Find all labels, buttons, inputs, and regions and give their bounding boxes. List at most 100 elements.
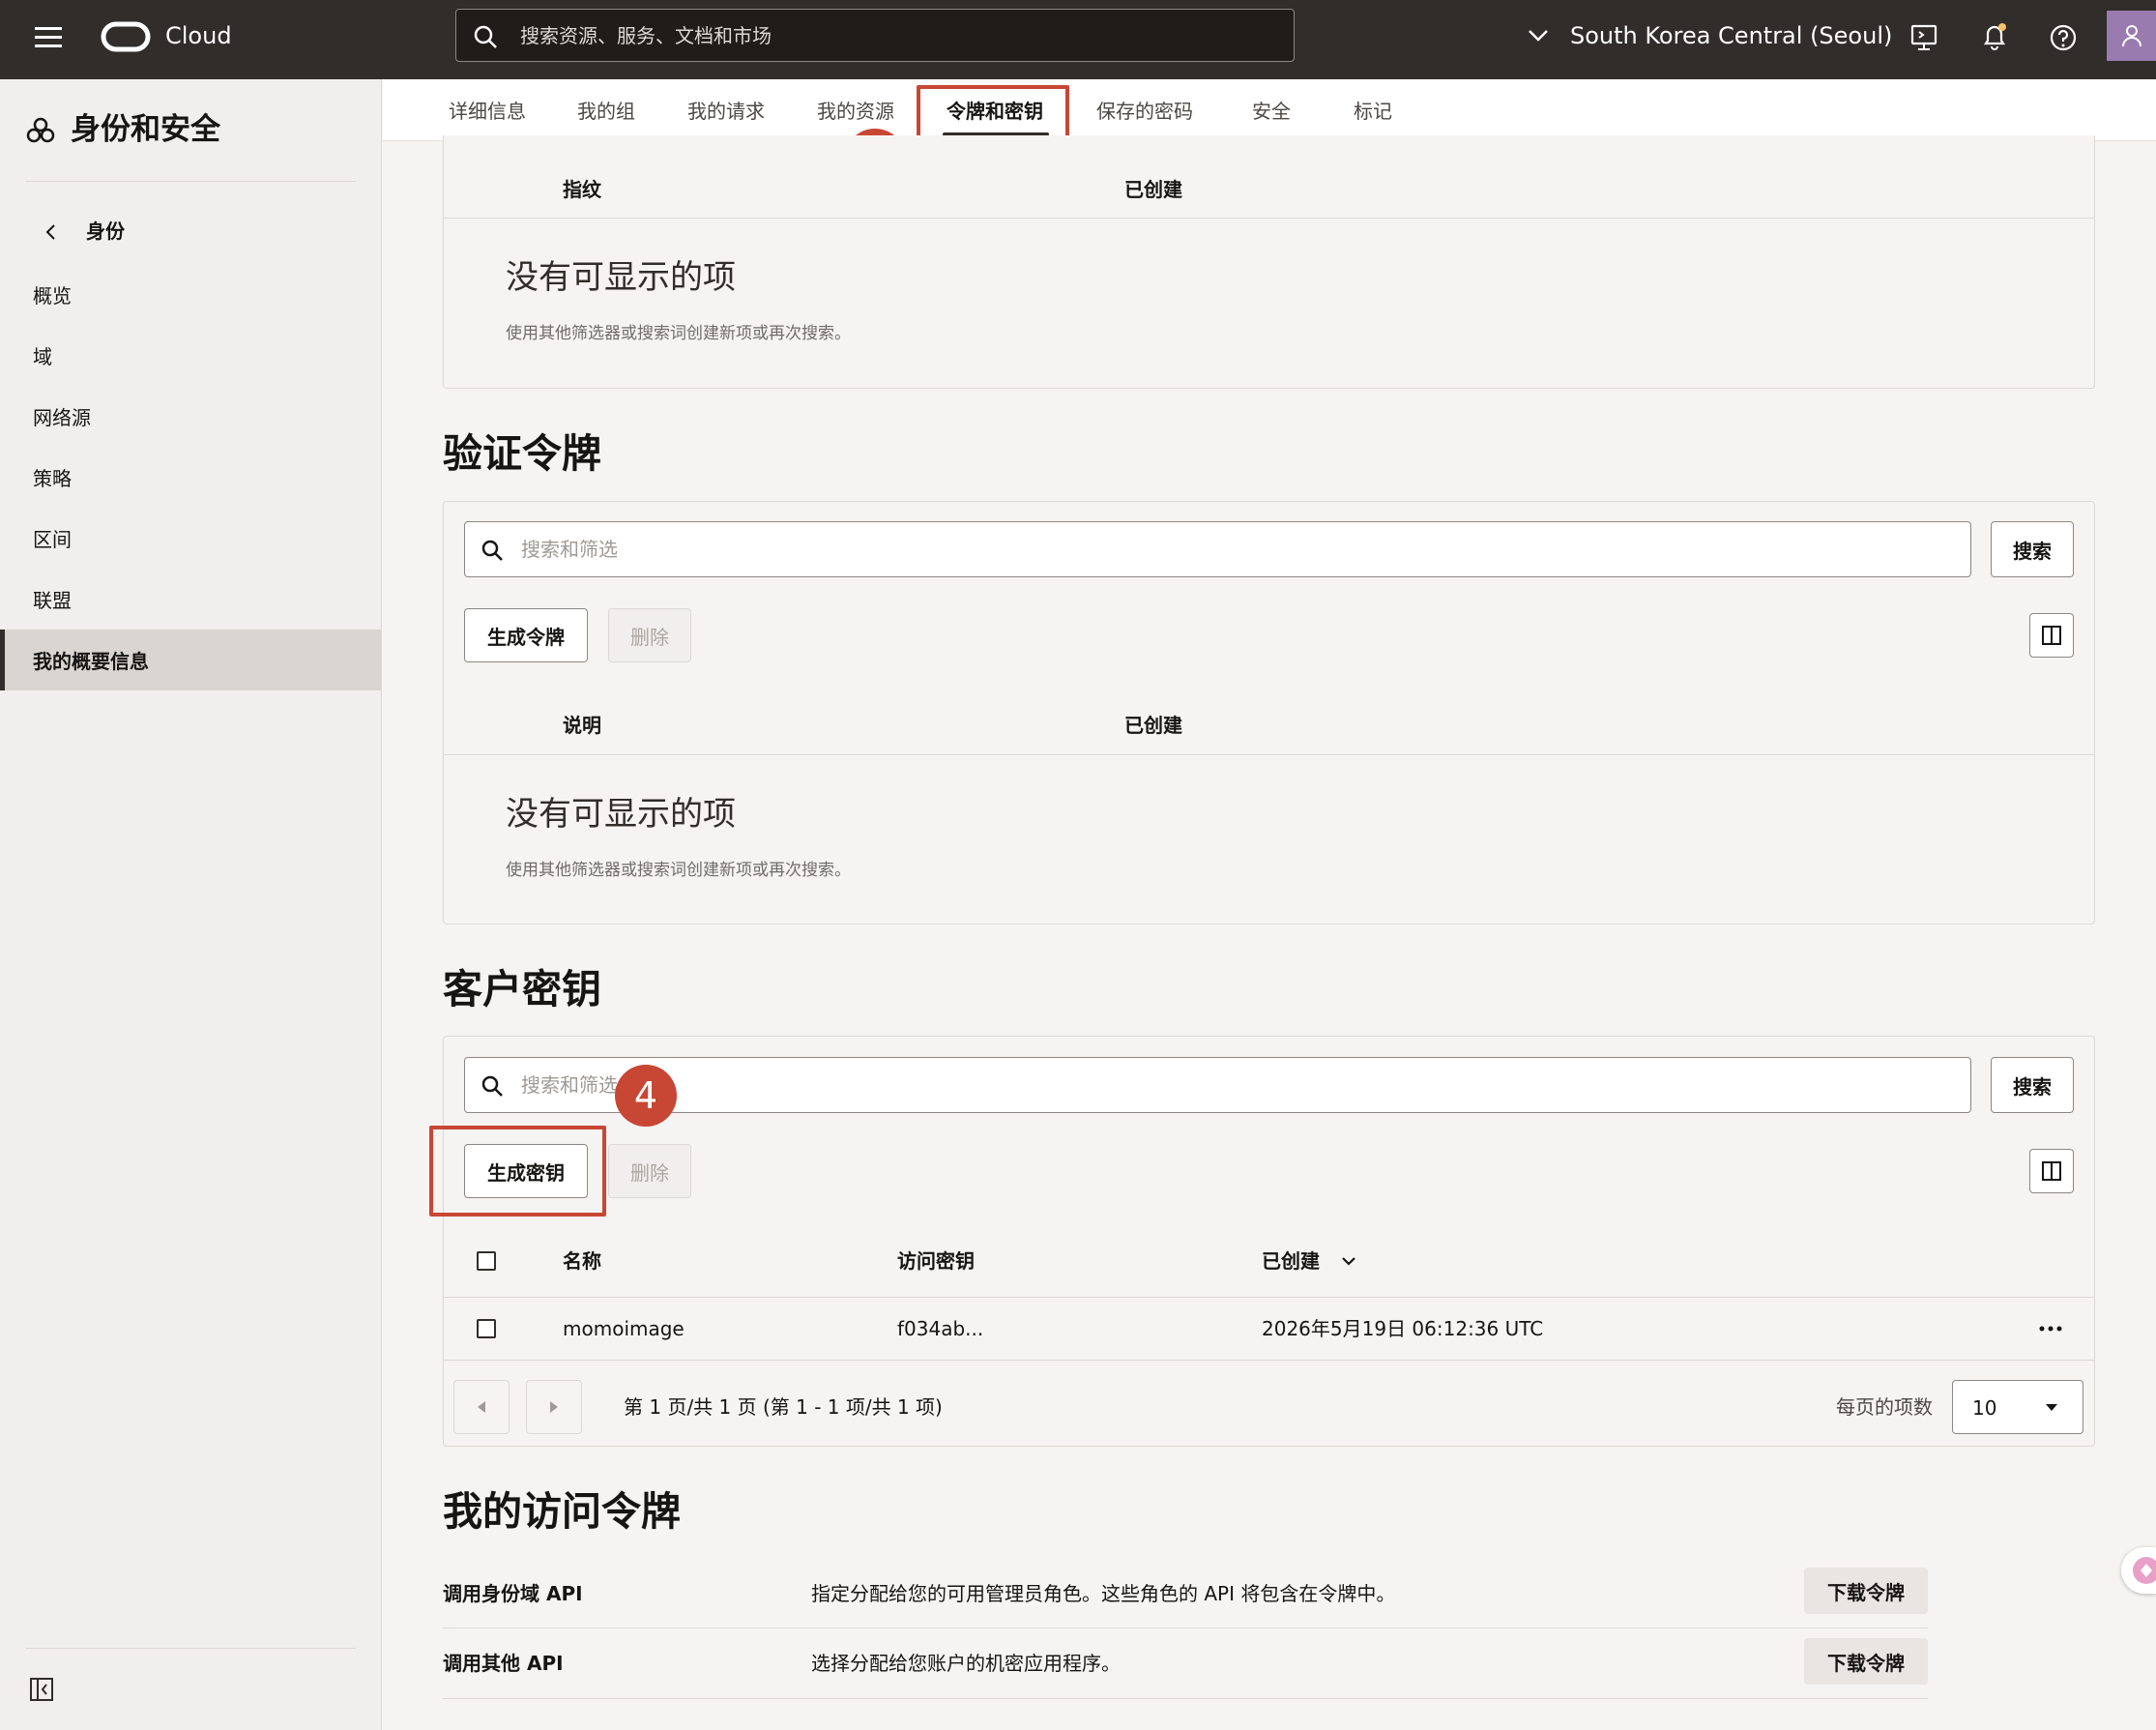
identity-security-icon bbox=[26, 116, 55, 145]
column-header-fingerprint: 指纹 bbox=[563, 178, 601, 201]
column-header-created: 已创建 bbox=[1262, 1249, 1320, 1273]
auth-tokens-title: 验证令牌 bbox=[443, 430, 601, 477]
columns-icon bbox=[2041, 1160, 2062, 1182]
access-token-row-divider bbox=[443, 1627, 1928, 1628]
tab-saved-passwords[interactable]: 保存的密码 bbox=[1096, 99, 1193, 124]
customer-keys-panel: 搜索和筛选 搜索 生成密钥 删除 名称 访问密钥 已创建 momoimage f… bbox=[443, 1036, 2095, 1447]
previous-page-button[interactable] bbox=[453, 1380, 510, 1434]
row-actions-more-icon[interactable] bbox=[2037, 1319, 2064, 1338]
global-search-placeholder: 搜索资源、服务、文档和市场 bbox=[520, 24, 772, 47]
access-token-row-description: 选择分配给您账户的机密应用程序。 bbox=[811, 1652, 1121, 1675]
empty-state-title: 没有可显示的项 bbox=[506, 795, 736, 834]
fingerprint-panel: 指纹 已创建 没有可显示的项 使用其他筛选器或搜索词创建新项或再次搜索。 bbox=[443, 135, 2095, 389]
auth-tokens-search-button[interactable]: 搜索 bbox=[1991, 521, 2074, 577]
sidebar-item-federation[interactable]: 联盟 bbox=[0, 569, 381, 630]
delete-token-button[interactable]: 删除 bbox=[608, 608, 691, 662]
sidebar-item-compartments[interactable]: 区间 bbox=[0, 508, 381, 569]
tab-tags[interactable]: 标记 bbox=[1354, 99, 1392, 124]
tab-my-requests[interactable]: 我的请求 bbox=[687, 99, 765, 124]
sidebar-item-policies[interactable]: 策略 bbox=[0, 447, 381, 508]
column-header-description: 说明 bbox=[563, 714, 601, 737]
column-header-created-sortable[interactable]: 已创建 bbox=[1262, 1248, 1368, 1276]
row-name: momoimage bbox=[563, 1317, 685, 1340]
access-token-row-label: 调用其他 API bbox=[443, 1652, 564, 1675]
items-per-page-value: 10 bbox=[1972, 1396, 1997, 1420]
caret-left-icon bbox=[476, 1400, 487, 1414]
table-header-divider bbox=[444, 754, 2094, 755]
sidebar-divider bbox=[25, 181, 356, 182]
access-token-row-label: 调用身份域 API bbox=[443, 1582, 583, 1605]
region-label: South Korea Central (Seoul) bbox=[1570, 22, 1893, 49]
items-per-page-label: 每页的项数 bbox=[1836, 1395, 1933, 1419]
auth-tokens-search-input[interactable]: 搜索和筛选 bbox=[464, 521, 1971, 577]
caret-right-icon bbox=[548, 1400, 560, 1414]
search-icon bbox=[481, 539, 504, 562]
search-icon bbox=[473, 24, 498, 49]
column-header-access-key: 访问密钥 bbox=[897, 1249, 975, 1273]
row-access-key: f034ab... bbox=[897, 1317, 984, 1340]
sidebar-item-overview[interactable]: 概览 bbox=[0, 264, 381, 325]
assistant-floating-icon[interactable] bbox=[2121, 1547, 2156, 1594]
notifications-bell-icon[interactable] bbox=[1980, 21, 2009, 52]
back-link-label: 身份 bbox=[86, 220, 125, 243]
row-checkbox[interactable] bbox=[477, 1319, 496, 1338]
generate-token-button[interactable]: 生成令牌 bbox=[464, 608, 588, 662]
table-header-divider bbox=[444, 218, 2094, 219]
delete-key-button[interactable]: 删除 bbox=[608, 1144, 691, 1198]
columns-icon bbox=[2041, 625, 2062, 646]
customer-keys-title: 客户密钥 bbox=[443, 966, 601, 1012]
chevron-down-icon bbox=[1528, 29, 1549, 43]
auth-tokens-panel: 搜索和筛选 搜索 生成令牌 删除 说明 已创建 没有可显示的项 使用其他筛选器或… bbox=[443, 501, 2095, 924]
search-placeholder: 搜索和筛选 bbox=[521, 1073, 618, 1097]
dropdown-caret-icon bbox=[2044, 1402, 2059, 1412]
tab-security[interactable]: 安全 bbox=[1252, 99, 1291, 124]
empty-state-subtitle: 使用其他筛选器或搜索词创建新项或再次搜索。 bbox=[506, 861, 851, 880]
tab-my-groups[interactable]: 我的组 bbox=[577, 99, 635, 124]
empty-state-title: 没有可显示的项 bbox=[506, 258, 736, 297]
row-created: 2026年5月19日 06:12:36 UTC bbox=[1262, 1317, 1544, 1340]
access-token-row-divider bbox=[443, 1698, 1928, 1699]
collapse-sidebar-icon[interactable] bbox=[29, 1677, 54, 1702]
sidebar-item-domains[interactable]: 域 bbox=[0, 325, 381, 386]
brand-name[interactable]: Cloud bbox=[165, 21, 232, 50]
sidebar-item-network-sources[interactable]: 网络源 bbox=[0, 386, 381, 447]
select-all-checkbox[interactable] bbox=[477, 1251, 496, 1271]
sidebar-title: 身份和安全 bbox=[71, 112, 220, 147]
sidebar-footer-divider bbox=[25, 1648, 356, 1649]
sort-chevron-down-icon bbox=[1341, 1256, 1356, 1268]
pagination-text: 第 1 页/共 1 页 (第 1 - 1 项/共 1 项) bbox=[624, 1395, 943, 1419]
cloud-shell-icon[interactable] bbox=[1909, 23, 1938, 52]
row-divider bbox=[444, 1360, 2094, 1361]
back-to-identity-link[interactable]: 身份 bbox=[44, 217, 238, 246]
next-page-button[interactable] bbox=[526, 1380, 582, 1434]
column-header-name: 名称 bbox=[563, 1249, 601, 1273]
download-token-button[interactable]: 下载令牌 bbox=[1804, 1568, 1928, 1614]
help-icon[interactable] bbox=[2049, 23, 2078, 52]
tab-my-resources[interactable]: 我的资源 bbox=[817, 99, 894, 124]
hamburger-menu-icon[interactable] bbox=[35, 26, 62, 47]
global-search-box[interactable]: 搜索资源、服务、文档和市场 bbox=[455, 9, 1295, 62]
search-icon bbox=[481, 1074, 504, 1098]
column-settings-button[interactable] bbox=[2029, 1149, 2074, 1193]
column-settings-button[interactable] bbox=[2029, 613, 2074, 658]
oracle-logo-icon[interactable] bbox=[101, 21, 151, 52]
user-avatar[interactable] bbox=[2107, 11, 2156, 61]
chevron-left-icon bbox=[44, 223, 56, 241]
column-header-created: 已创建 bbox=[1124, 714, 1182, 737]
sidebar-item-my-profile[interactable]: 我的概要信息 bbox=[0, 630, 381, 690]
search-placeholder: 搜索和筛选 bbox=[521, 538, 618, 561]
customer-keys-search-input[interactable]: 搜索和筛选 bbox=[464, 1057, 1971, 1113]
region-selector[interactable]: South Korea Central (Seoul) bbox=[1528, 21, 1892, 52]
user-icon bbox=[2121, 24, 2142, 47]
access-tokens-title: 我的访问令牌 bbox=[443, 1488, 681, 1535]
download-token-button[interactable]: 下载令牌 bbox=[1804, 1638, 1928, 1685]
column-header-created: 已创建 bbox=[1124, 178, 1182, 201]
customer-keys-search-button[interactable]: 搜索 bbox=[1991, 1057, 2074, 1113]
top-bar: Cloud 搜索资源、服务、文档和市场 South Korea Central … bbox=[0, 0, 2156, 79]
tab-details[interactable]: 详细信息 bbox=[449, 99, 526, 124]
access-token-row-description: 指定分配给您的可用管理员角色。这些角色的 API 将包含在令牌中。 bbox=[811, 1582, 1396, 1605]
items-per-page-select[interactable]: 10 bbox=[1952, 1380, 2083, 1434]
sidebar: 身份和安全 身份 概览 域 网络源 策略 区间 联盟 我的概要信息 bbox=[0, 79, 382, 1730]
table-row[interactable]: momoimage f034ab... 2026年5月19日 06:12:36 … bbox=[444, 1298, 2094, 1360]
step-4-badge: 4 bbox=[615, 1065, 677, 1127]
